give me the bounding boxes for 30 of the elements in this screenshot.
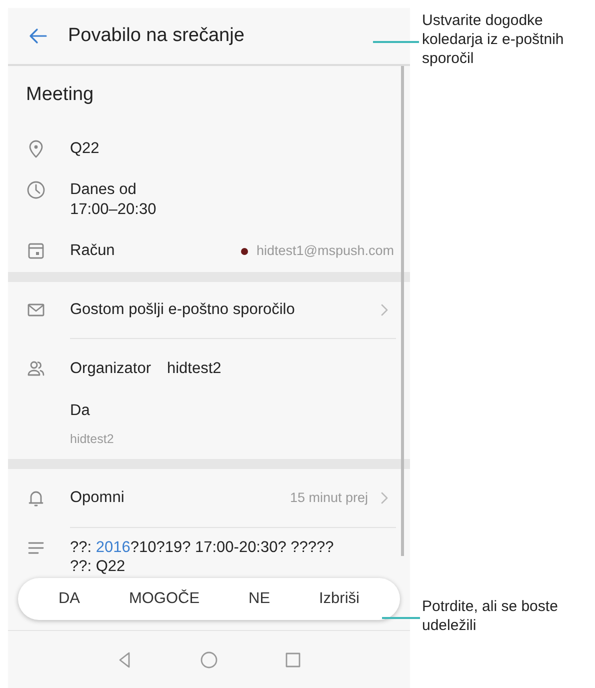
organizer-label: Organizator <box>70 359 151 380</box>
attendee-name: hidtest2 <box>70 432 114 446</box>
organizer-name: hidtest2 <box>166 359 222 380</box>
response-status: Da <box>70 402 90 419</box>
screen-title: Povabilo na srečanje <box>68 24 244 48</box>
leader-line <box>373 41 419 43</box>
reminder-row[interactable]: Opomni 15 minut prej <box>8 469 410 527</box>
response-button[interactable]: DA <box>52 583 86 615</box>
clock-icon <box>26 180 46 200</box>
event-location: Q22 <box>70 139 100 160</box>
account-label: Račun <box>70 241 115 262</box>
email-guests-row[interactable]: Gostom pošlji e-poštno sporočilo <box>8 282 410 338</box>
note-text: ??: 2016?10?19? 17:00-20:30? ????? <box>70 538 334 558</box>
back-arrow-icon[interactable] <box>28 26 48 46</box>
callout-text: Ustvarite dogodke koledarja iz e-poštnih sporočil <box>422 12 565 68</box>
event-time: Danes od <box>70 180 138 200</box>
date-link[interactable]: 2016 <box>96 539 130 556</box>
reminder-value: 15 minut prej <box>290 488 368 507</box>
reminder-label: Opomni <box>70 488 124 508</box>
account-email: hidtest1@mspush.com <box>256 242 394 260</box>
leader-line <box>382 617 420 619</box>
response-button[interactable]: NE <box>242 583 276 615</box>
event-title: Meeting <box>26 82 94 107</box>
response-button[interactable]: Izbriši <box>313 583 366 615</box>
callout-text: Potrdite, ali se boste udeležili <box>422 598 559 636</box>
event-time: 17:00–20:30 <box>70 200 156 220</box>
calendar-icon <box>26 241 46 261</box>
note-text: ??: Q22 <box>70 557 126 577</box>
home-icon[interactable] <box>199 650 219 670</box>
response-button[interactable]: MOGOČE <box>122 583 206 615</box>
